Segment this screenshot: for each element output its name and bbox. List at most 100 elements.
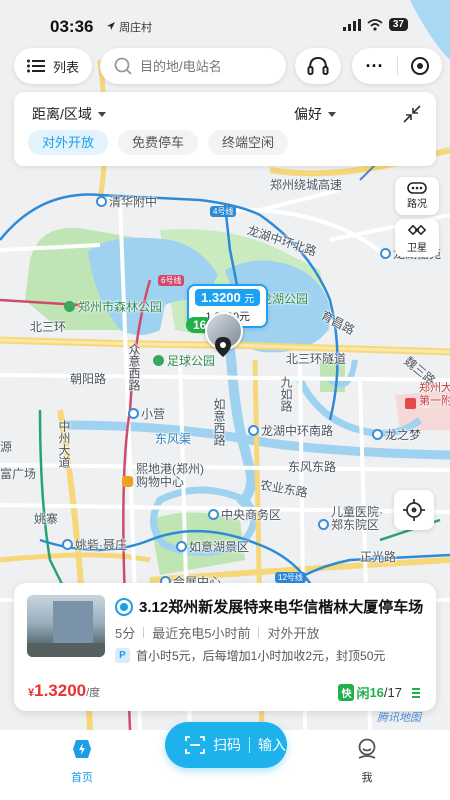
map-label: 儿童医院·郑东院区 <box>318 506 387 532</box>
map-pin-icon <box>215 337 231 357</box>
map-label: 龙湖中环南路 <box>248 422 333 439</box>
status-location: 周庄村 <box>106 19 152 35</box>
preference-filter-label: 偏好 <box>294 106 322 122</box>
map-label: 东风东路 <box>288 460 337 474</box>
traffic-icon <box>407 182 427 194</box>
charger-list-icon[interactable] <box>412 687 420 698</box>
list-view-button[interactable]: 列表 <box>14 48 92 84</box>
scan-icon <box>185 736 205 754</box>
satellite-icon <box>408 224 426 236</box>
idle-label: 闲 <box>356 686 370 701</box>
chip-open-to-public[interactable]: 对外开放 <box>28 130 109 155</box>
wifi-icon <box>367 18 383 31</box>
preference-filter-dropdown[interactable]: 偏好 <box>294 104 336 124</box>
collapse-filter-button[interactable] <box>402 104 422 124</box>
map-label: 中州大道 <box>57 420 71 468</box>
meta-divider <box>258 627 260 638</box>
scan-charge-button[interactable]: 扫码 输入 <box>165 722 287 768</box>
map-provider-credit: 腾讯地图 <box>377 712 421 724</box>
station-detail-card[interactable]: 3.12郑州新发展特来电华信楷林大厦停车场 5分 最近充电5小时前 对外开放 P… <box>14 583 436 711</box>
top-bar: 列表 ··· <box>14 48 442 84</box>
parking-icon: P <box>115 648 130 663</box>
search-bar[interactable] <box>100 48 286 84</box>
traffic-label: 路况 <box>407 199 427 210</box>
collapse-arrows-icon <box>403 105 421 123</box>
search-icon <box>114 57 132 75</box>
map-label: 源 <box>0 440 13 454</box>
map-label: 清华附中 <box>96 193 157 210</box>
map-label: 北三环隧道 <box>286 352 347 366</box>
map-label: 郑州绕城高速 <box>270 178 343 192</box>
more-menu-button[interactable]: ··· <box>352 48 397 84</box>
meta-divider <box>143 627 145 638</box>
station-price: ¥1.3200/度 <box>28 681 101 700</box>
traffic-toggle-button[interactable]: 路况 <box>395 177 439 215</box>
fast-charge-tag: 快 <box>338 684 355 701</box>
chip-terminal-idle[interactable]: 终端空闲 <box>208 130 289 155</box>
map-label: 富广场 <box>0 467 37 481</box>
map-label: 中央商务区 <box>208 506 281 523</box>
miniprogram-capsule: ··· <box>352 48 442 84</box>
location-arrow-icon <box>107 22 115 30</box>
station-title: 3.12郑州新发展特来电华信楷林大厦停车场 <box>139 599 424 616</box>
locate-me-button[interactable] <box>394 490 434 530</box>
map-label: 郑州大学第一附属医院(郑东院区) <box>405 382 450 412</box>
map-label: 九如路 <box>279 376 293 412</box>
map-label: 如意西路 <box>212 398 226 446</box>
map-label: 龙之梦 <box>372 426 421 443</box>
map-label: 北三环 <box>30 320 67 334</box>
map-label: 姚砦·聂庄 <box>62 536 127 553</box>
brand-logo-icon <box>115 597 133 616</box>
map-label: 朝阳路 <box>70 372 107 386</box>
battery-indicator: 37 <box>388 18 408 31</box>
nav-home[interactable]: 首页 <box>52 738 112 785</box>
status-icons: 37 <box>342 18 408 31</box>
map-label: 众意西路 <box>127 343 141 391</box>
station-score: 5分 <box>115 626 136 641</box>
distance-filter-dropdown[interactable]: 距离/区域 <box>32 104 106 124</box>
input-code-label[interactable]: 输入 <box>258 735 286 755</box>
station-last-charge: 最近充电5小时前 <box>152 626 251 641</box>
nav-home-label: 首页 <box>71 772 93 784</box>
scan-divider <box>249 737 250 753</box>
map-label: 小营 <box>128 405 165 422</box>
map-line-badge: 12号线 <box>275 572 306 583</box>
nav-me[interactable]: 我 <box>337 738 397 785</box>
station-meta: 5分 最近充电5小时前 对外开放 <box>115 623 319 642</box>
satellite-toggle-button[interactable]: 卫星 <box>395 219 439 257</box>
customer-service-button[interactable] <box>295 48 341 84</box>
cellular-signal-icon <box>342 18 361 31</box>
distance-filter-label: 距离/区域 <box>32 106 92 122</box>
satellite-label: 卫星 <box>407 243 427 254</box>
map-label: 姚寨 <box>34 512 59 526</box>
map-label: 熙地港(郑州)购物中心 <box>122 463 212 489</box>
close-miniprogram-button[interactable] <box>398 56 442 76</box>
map-label: 正光路 <box>360 550 397 564</box>
scan-label: 扫码 <box>213 737 241 753</box>
map-label: 足球公园 <box>153 352 215 369</box>
caret-down-icon <box>97 112 106 117</box>
status-time: 03:36 <box>50 17 94 36</box>
parking-fee-text: 首小时5元，后每增加1小时加收2元，封顶50元 <box>136 649 386 663</box>
total-count: /17 <box>383 685 402 700</box>
list-icon <box>26 59 45 73</box>
map-line-badge: 6号线 <box>158 275 185 286</box>
map-line-badge: 4号线 <box>210 206 237 217</box>
headset-icon <box>307 56 329 75</box>
map-label: 东风渠 <box>155 432 192 446</box>
nav-me-label: 我 <box>361 772 373 784</box>
filter-panel: 距离/区域 偏好 对外开放 免费停车 终端空闲 <box>14 92 436 166</box>
crosshair-locate-icon <box>403 499 425 521</box>
search-input[interactable] <box>140 58 270 74</box>
caret-down-icon <box>328 112 336 117</box>
profile-icon <box>358 738 376 759</box>
list-view-label: 列表 <box>52 59 79 75</box>
station-photo <box>27 595 105 657</box>
charger-availability: 快 闲 16 /17 <box>338 683 420 702</box>
map-label: 郑州市森林公园 <box>64 298 162 315</box>
station-title-row: 3.12郑州新发展特来电华信楷林大厦停车场 <box>115 596 427 617</box>
chip-free-parking[interactable]: 免费停车 <box>118 130 199 155</box>
station-openness: 对外开放 <box>267 626 320 641</box>
parking-info: P 首小时5元，后每增加1小时加收2元，封顶50元 <box>115 647 427 664</box>
idle-count: 16 <box>369 685 384 700</box>
